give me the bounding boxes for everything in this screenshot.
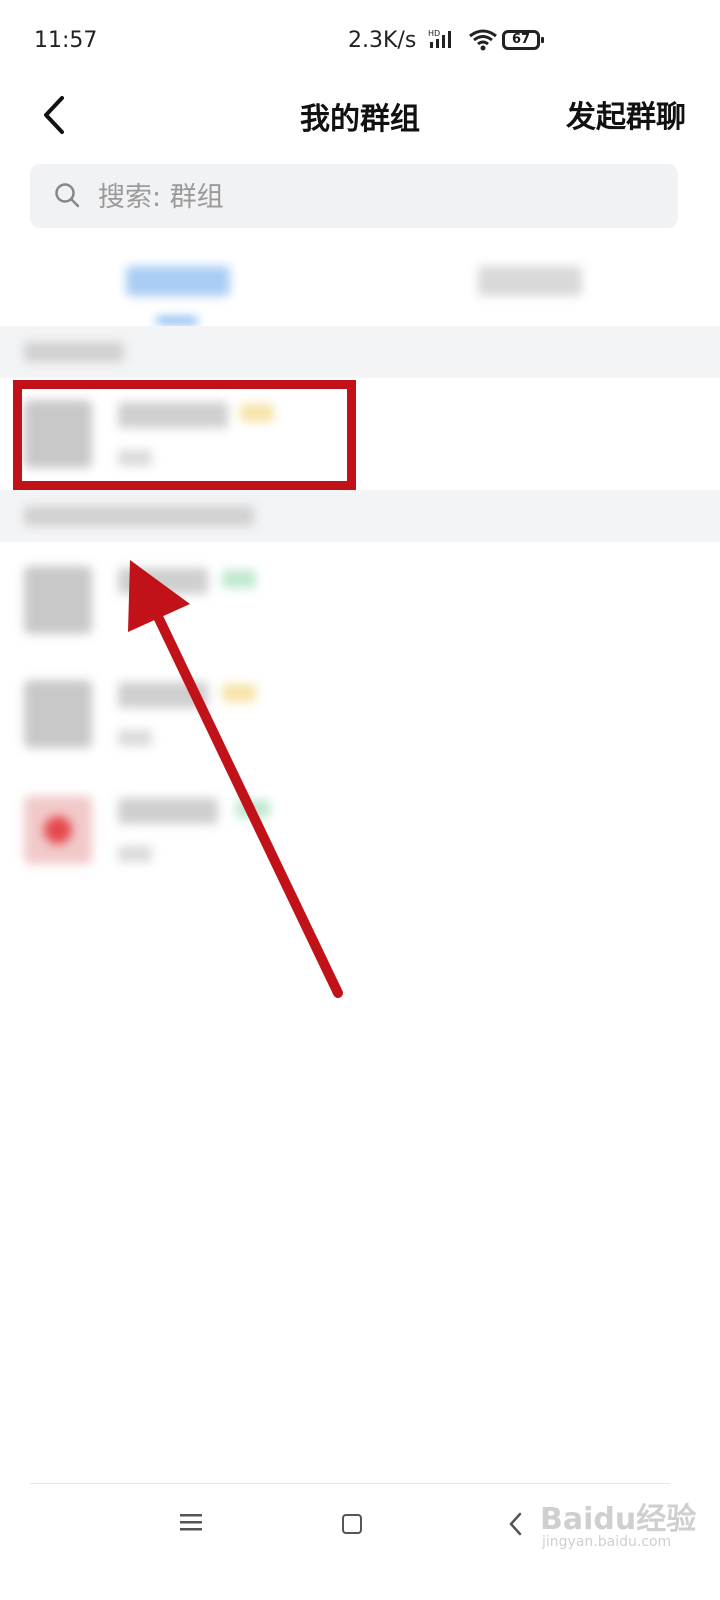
wifi-icon	[469, 29, 497, 51]
tab-joined[interactable]	[478, 266, 582, 296]
watermark-logo: Baidu经验	[540, 1502, 697, 1537]
group-sub-blurred	[118, 730, 152, 746]
section-header-2	[0, 490, 720, 542]
status-time: 11:57	[34, 28, 98, 53]
search-bar[interactable]	[30, 164, 678, 228]
group-sub-blurred	[118, 846, 152, 862]
watermark-url: jingyan.baidu.com	[542, 1534, 672, 1550]
group-name-blurred	[118, 798, 218, 824]
nav-divider	[30, 1483, 670, 1484]
group-tag	[222, 684, 256, 702]
group-avatar	[24, 796, 92, 864]
start-group-chat-button[interactable]: 发起群聊	[566, 92, 686, 136]
group-tag	[236, 800, 270, 818]
battery-icon: 67	[502, 30, 544, 50]
home-square-icon[interactable]	[342, 1514, 362, 1534]
search-icon	[55, 183, 80, 208]
hd-badge: HD	[428, 29, 440, 38]
annotation-highlight-box	[13, 380, 356, 490]
network-speed: 2.3K/s	[348, 28, 417, 53]
back-chevron-icon[interactable]	[506, 1510, 526, 1538]
group-row[interactable]	[0, 546, 720, 658]
section-header-1	[0, 326, 720, 378]
group-row[interactable]	[0, 776, 720, 888]
section-label-blurred	[24, 342, 124, 362]
signal-icon: HD	[428, 29, 451, 48]
tab-created[interactable]	[126, 266, 230, 296]
tab-indicator	[156, 318, 198, 323]
section-label-blurred	[24, 506, 254, 526]
group-name-blurred	[118, 568, 208, 594]
status-bar: 11:57 2.3K/s HD 67	[0, 0, 720, 80]
menu-icon[interactable]	[180, 1512, 204, 1534]
search-input[interactable]	[96, 174, 660, 220]
group-avatar	[24, 566, 92, 634]
group-row[interactable]	[0, 660, 720, 772]
group-tag	[222, 570, 256, 588]
group-avatar	[24, 680, 92, 748]
group-name-blurred	[118, 682, 208, 708]
nav-header: 我的群组 发起群聊	[0, 80, 720, 150]
